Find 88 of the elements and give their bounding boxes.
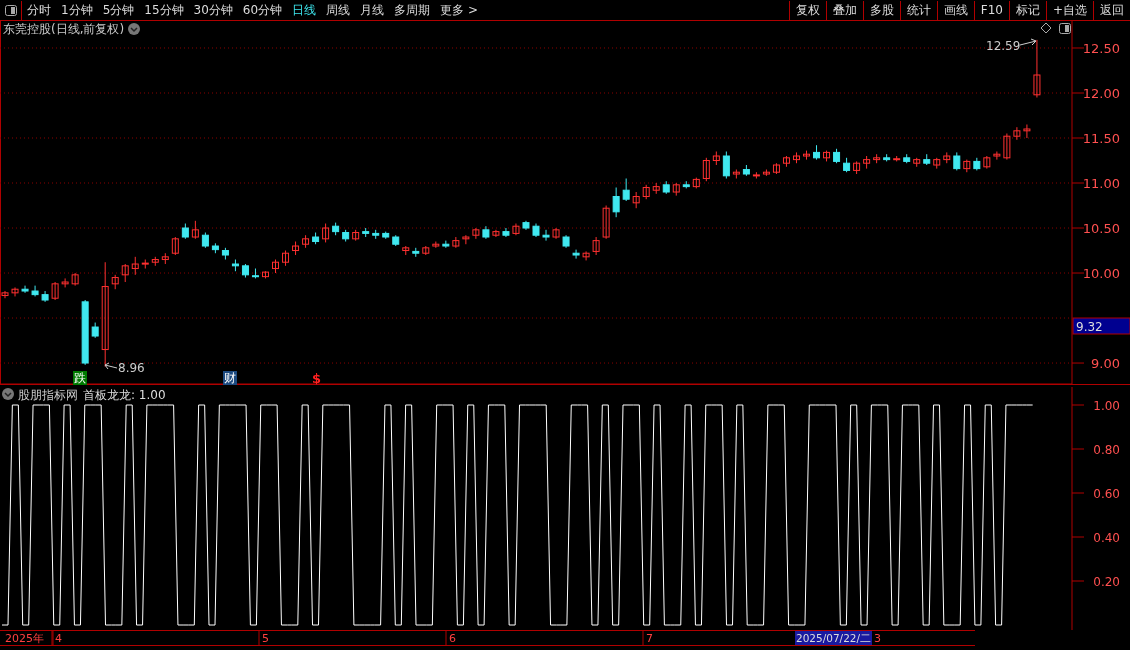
period-tab[interactable]: 60分钟 (237, 0, 288, 20)
low-arrow (104, 362, 118, 370)
candlestick (542, 229, 550, 242)
indicator-axis-label: 0.60 (1093, 487, 1120, 501)
date-label: 4 (55, 632, 62, 645)
indicator-axis-label: 0.80 (1093, 443, 1120, 457)
event-marker[interactable]: $ (312, 371, 322, 385)
price-label: 10.00 (1082, 266, 1120, 281)
toolbar-button[interactable]: 统计 (899, 0, 937, 20)
chart-title: 东莞控股(日线,前复权) (3, 22, 125, 36)
toolbar-button[interactable]: 复权 (788, 0, 826, 20)
cursor-date: 2025/07/22/二 (795, 631, 872, 645)
period-tab[interactable]: 多周期 (389, 0, 436, 20)
date-label: 6 (449, 632, 456, 645)
panel-toggle-icon[interactable] (4, 4, 17, 16)
dropdown-icon[interactable] (128, 23, 140, 35)
candlestick (1033, 39, 1041, 98)
candlestick (572, 249, 580, 260)
candlestick (11, 286, 19, 297)
period-tab[interactable]: 1分钟 (56, 0, 98, 20)
price-label: 9.00 (1091, 356, 1120, 372)
indicator-axis-label: 1.00 (1093, 399, 1120, 413)
candlestick (602, 205, 610, 240)
candlestick (61, 277, 69, 288)
high-price-label: 12.59 (986, 39, 1021, 53)
event-marker[interactable]: 跌 (73, 371, 87, 385)
dropdown-icon[interactable] (2, 388, 14, 400)
indicator-axis-label: 0.40 (1093, 531, 1120, 545)
period-tab[interactable]: 15分钟 (139, 0, 189, 20)
diamond-icon[interactable] (1040, 22, 1052, 34)
candlestick (722, 151, 730, 180)
date-label: 7 (646, 632, 653, 645)
period-tab[interactable]: 更多 > (435, 0, 483, 20)
toolbar-button[interactable]: 画线 (936, 0, 974, 20)
candlestick (51, 281, 59, 301)
candlestick (21, 285, 29, 294)
toolbar-button[interactable]: +自选 (1045, 0, 1093, 20)
date-label: 2025年 (5, 632, 44, 645)
period-tab[interactable]: 5分钟 (97, 0, 140, 20)
candlestick (582, 250, 590, 261)
candlestick (993, 151, 1001, 161)
candlestick (1, 290, 9, 299)
candlestick (612, 187, 620, 218)
indicator-value: 首板龙龙: 1.00 (83, 388, 166, 402)
candlestick (953, 151, 961, 171)
candlestick (131, 256, 139, 276)
current-price: 9.32 (1076, 320, 1103, 334)
date-label: 3 (874, 632, 881, 645)
low-price-label: 8.96 (118, 361, 145, 375)
price-label: 11.00 (1082, 176, 1120, 191)
candlestick (452, 236, 460, 249)
candlestick (1003, 133, 1011, 161)
period-tab[interactable]: 分时 (22, 0, 56, 20)
candlestick (512, 223, 520, 236)
toolbar-button[interactable]: 返回 (1093, 0, 1130, 20)
price-label: 11.50 (1082, 131, 1120, 146)
candlestick (622, 178, 630, 202)
toolbar-button[interactable]: 标记 (1008, 0, 1046, 20)
candlestick (171, 236, 179, 256)
event-marker[interactable]: 财 (223, 371, 237, 385)
candlestick (71, 272, 79, 287)
candlestick (702, 157, 710, 182)
candlestick (552, 227, 560, 240)
period-tab[interactable]: 周线 (321, 0, 356, 20)
candlestick (462, 234, 470, 245)
candlestick (1013, 126, 1021, 141)
panel-toggle-icon[interactable] (1059, 23, 1071, 34)
indicator-source: 股朋指标网 (18, 388, 78, 402)
high-arrow (1019, 38, 1037, 46)
price-label: 10.50 (1082, 221, 1120, 236)
price-label: 12.00 (1082, 86, 1120, 101)
indicator-axis-label: 0.20 (1093, 575, 1120, 589)
candlestick (1023, 124, 1031, 139)
period-tab[interactable]: 月线 (355, 0, 390, 20)
toolbar-button[interactable]: F10 (973, 0, 1009, 20)
candlestick (31, 285, 39, 297)
candlestick (121, 263, 129, 283)
candlestick (492, 229, 500, 238)
candlestick (191, 220, 199, 240)
period-tab[interactable]: 30分钟 (188, 0, 238, 20)
period-tab[interactable]: 日线 (287, 0, 322, 20)
toolbar-button[interactable]: 叠加 (825, 0, 863, 20)
date-label: 5 (262, 632, 269, 645)
toolbar-button[interactable]: 多股 (862, 0, 900, 20)
candlestick (472, 227, 480, 240)
price-label: 12.50 (1082, 41, 1120, 56)
candlestick (592, 236, 600, 256)
candlestick (322, 223, 330, 243)
